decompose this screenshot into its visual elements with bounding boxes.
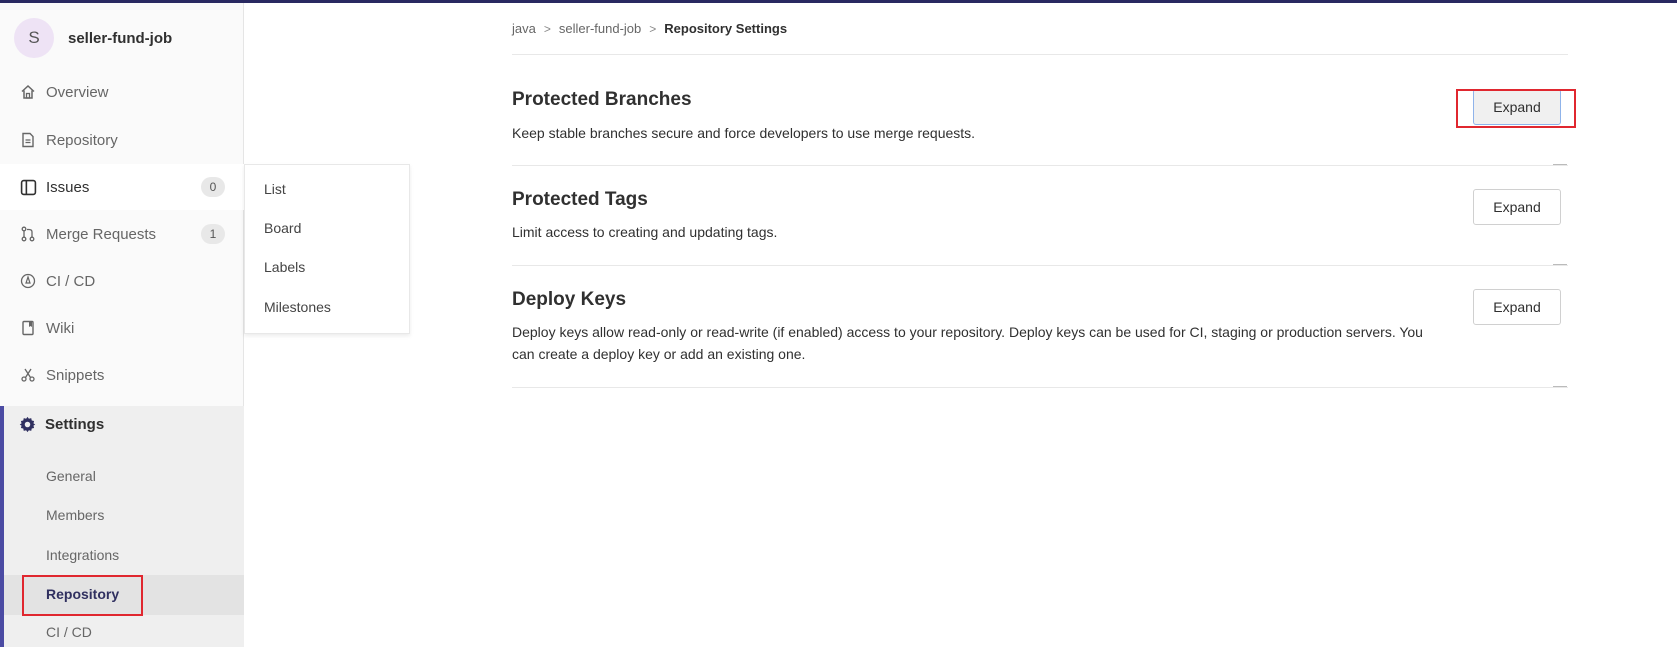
section-desc-protected-tags: Limit access to creating and updating ta… (512, 224, 778, 240)
sidebar-item-label: Snippets (46, 366, 105, 384)
section-title-deploy-keys: Deploy Keys (512, 289, 627, 310)
sidebar-item-label: Wiki (46, 319, 75, 337)
home-icon (19, 83, 37, 101)
divider-tick (1553, 164, 1567, 165)
sidebar-item-label: Overview (46, 83, 109, 101)
divider-tick (1553, 264, 1567, 265)
section-desc-protected-branches: Keep stable branches secure and force de… (512, 125, 976, 141)
sidebar-item-label: Merge Requests (46, 225, 157, 243)
settings-sub-general[interactable]: General (46, 468, 96, 484)
flyout-item-milestones[interactable]: Milestones (264, 299, 331, 315)
settings-sub-ci-cd[interactable]: CI / CD (46, 624, 92, 640)
merge-requests-count-badge: 1 (201, 224, 225, 244)
issues-flyout-menu: List Board Labels Milestones (244, 164, 410, 334)
project-name: seller-fund-job (68, 29, 173, 47)
section-title-protected-tags: Protected Tags (512, 189, 648, 210)
section-title-protected-branches: Protected Branches (512, 89, 692, 110)
doc-icon (19, 131, 37, 149)
merge-request-icon (19, 225, 37, 243)
sidebar-item-merge-requests[interactable]: Merge Requests 1 (0, 211, 244, 257)
expand-deploy-keys-button[interactable]: Expand (1473, 289, 1561, 325)
sidebar-item-overview[interactable]: Overview (0, 69, 244, 115)
sidebar-item-snippets[interactable]: Snippets (0, 352, 244, 398)
sidebar-item-label: CI / CD (46, 272, 96, 290)
sidebar-item-settings[interactable]: Settings (19, 416, 104, 433)
breadcrumb: java > seller-fund-job > Repository Sett… (512, 21, 787, 36)
project-header[interactable]: S seller-fund-job (14, 18, 172, 58)
chevron-right-icon: > (649, 21, 657, 36)
gear-icon (19, 416, 36, 433)
book-icon (19, 319, 37, 337)
divider-tick (1553, 386, 1567, 387)
settings-sub-integrations[interactable]: Integrations (46, 547, 119, 563)
divider (512, 265, 1568, 266)
divider (512, 165, 1568, 166)
project-avatar: S (14, 18, 54, 58)
sidebar-item-label: Repository (46, 131, 118, 149)
highlight-box-expand (1456, 89, 1576, 128)
top-bar (0, 0, 1677, 3)
breadcrumb-current[interactable]: Repository Settings (664, 21, 787, 36)
flyout-item-list[interactable]: List (264, 181, 286, 197)
expand-protected-tags-button[interactable]: Expand (1473, 189, 1561, 225)
rocket-icon (19, 272, 37, 290)
sidebar-item-label: Issues (46, 178, 90, 196)
breadcrumb-item-group[interactable]: java (512, 21, 536, 36)
highlight-box-repository (22, 575, 143, 616)
flyout-item-labels[interactable]: Labels (264, 259, 305, 275)
issues-count-badge: 0 (201, 177, 225, 197)
divider (512, 54, 1568, 55)
scissors-icon (19, 366, 37, 384)
sidebar-item-ci-cd[interactable]: CI / CD (0, 258, 244, 304)
sidebar-item-wiki[interactable]: Wiki (0, 305, 244, 351)
issues-icon (19, 178, 37, 196)
flyout-item-board[interactable]: Board (264, 220, 301, 236)
settings-sub-members[interactable]: Members (46, 507, 104, 523)
section-desc-deploy-keys: Deploy keys allow read-only or read-writ… (512, 324, 1423, 362)
sidebar-item-repository[interactable]: Repository (0, 117, 244, 163)
chevron-right-icon: > (543, 21, 551, 36)
breadcrumb-item-project[interactable]: seller-fund-job (559, 21, 641, 36)
sidebar-item-issues[interactable]: Issues 0 (0, 164, 244, 210)
settings-label: Settings (45, 416, 105, 433)
divider (512, 387, 1568, 388)
